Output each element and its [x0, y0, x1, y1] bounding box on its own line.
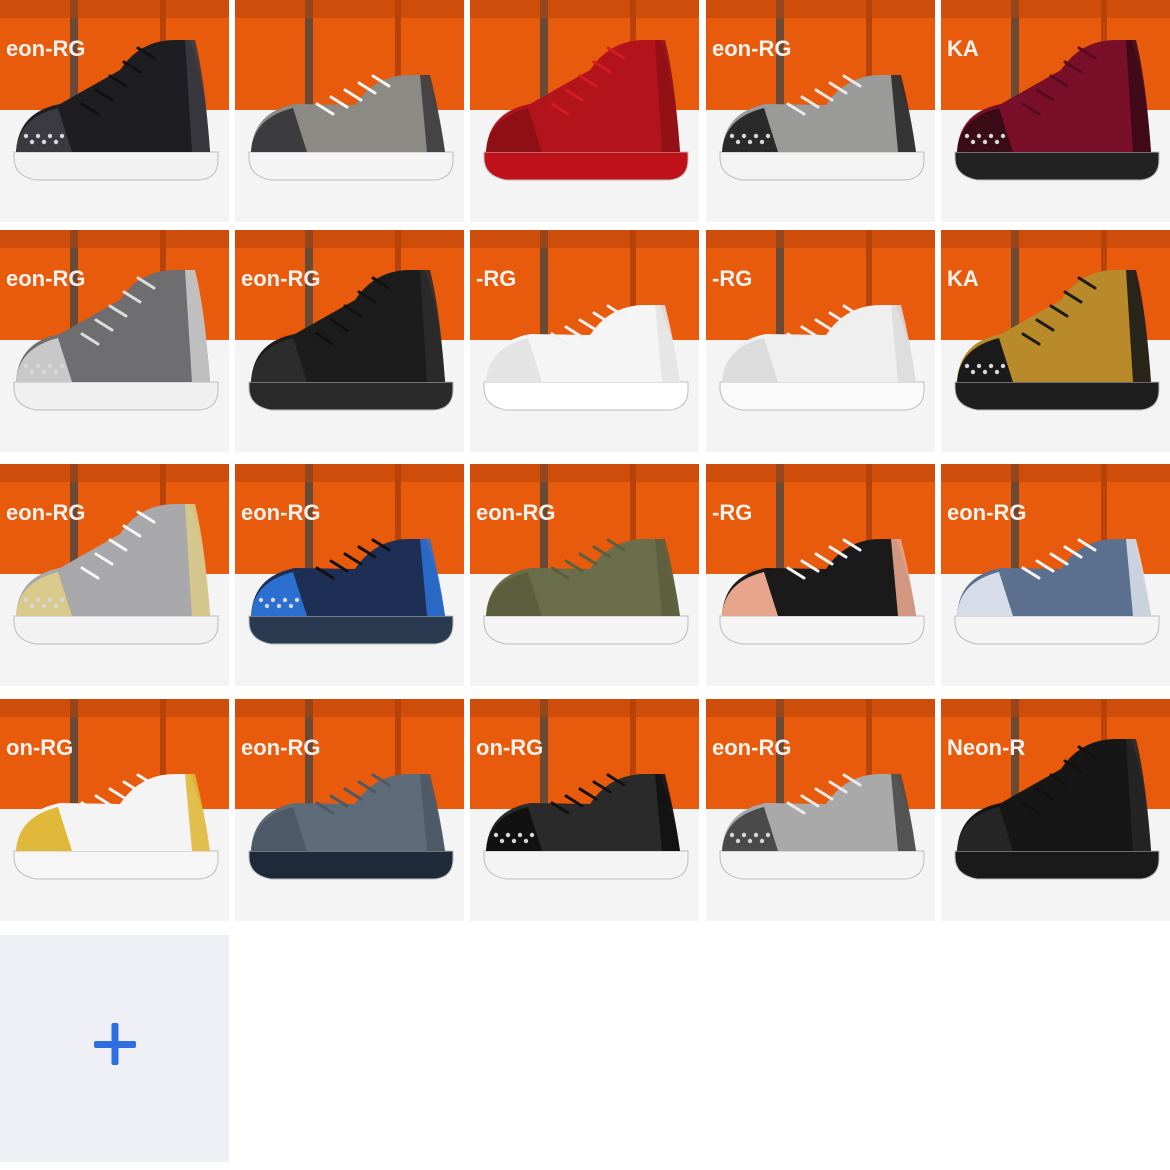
watermark-text: on-RG [6, 735, 73, 760]
photo-thumbnail[interactable]: eon-RG [706, 699, 935, 921]
photo-thumbnail[interactable]: KA [941, 0, 1170, 222]
photo-thumbnail[interactable]: eon-RG [941, 464, 1170, 686]
watermark-text: -RG [712, 500, 752, 525]
photo-thumbnail[interactable]: eon-RG [0, 230, 229, 452]
watermark-text: eon-RG [6, 500, 85, 525]
photo-thumbnail[interactable]: eon-RG [0, 464, 229, 686]
photo-thumbnail[interactable]: on-RG [470, 699, 699, 921]
photo-thumbnail[interactable]: -RG [706, 230, 935, 452]
photo-thumbnail[interactable]: KA [941, 230, 1170, 452]
watermark-text: eon-RG [947, 500, 1026, 525]
photo-thumbnail[interactable]: on-RG [0, 699, 229, 921]
watermark-text: eon-RG [712, 735, 791, 760]
watermark-text: KA [947, 266, 979, 291]
watermark-text: eon-RG [712, 36, 791, 61]
watermark-text: on-RG [476, 735, 543, 760]
watermark-text: -RG [712, 266, 752, 291]
photo-thumbnail[interactable]: -RG [706, 464, 935, 686]
photo-thumbnail[interactable]: eon-RG [235, 464, 464, 686]
photo-thumbnail[interactable]: Neon-R [941, 699, 1170, 921]
photo-thumbnail[interactable]: eon-RG [706, 0, 935, 222]
photo-thumbnail[interactable]: eon-RG [235, 699, 464, 921]
photo-thumbnail[interactable]: -RG [470, 230, 699, 452]
watermark-text: eon-RG [241, 500, 320, 525]
watermark-text: eon-RG [476, 500, 555, 525]
watermark-text: KA [947, 36, 979, 61]
watermark-text: eon-RG [6, 36, 85, 61]
add-photo-button[interactable] [0, 935, 229, 1162]
watermark-text: eon-RG [241, 266, 320, 291]
plus-icon [94, 1023, 136, 1065]
watermark-text: -RG [476, 266, 516, 291]
watermark-text: eon-RG [6, 266, 85, 291]
photo-thumbnail[interactable] [470, 0, 699, 222]
photo-thumbnail[interactable]: eon-RG [0, 0, 229, 222]
photo-thumbnail[interactable] [235, 0, 464, 222]
watermark-text: Neon-R [947, 735, 1025, 760]
photo-thumbnail[interactable]: eon-RG [235, 230, 464, 452]
photo-thumbnail[interactable]: eon-RG [470, 464, 699, 686]
watermark-text: eon-RG [241, 735, 320, 760]
